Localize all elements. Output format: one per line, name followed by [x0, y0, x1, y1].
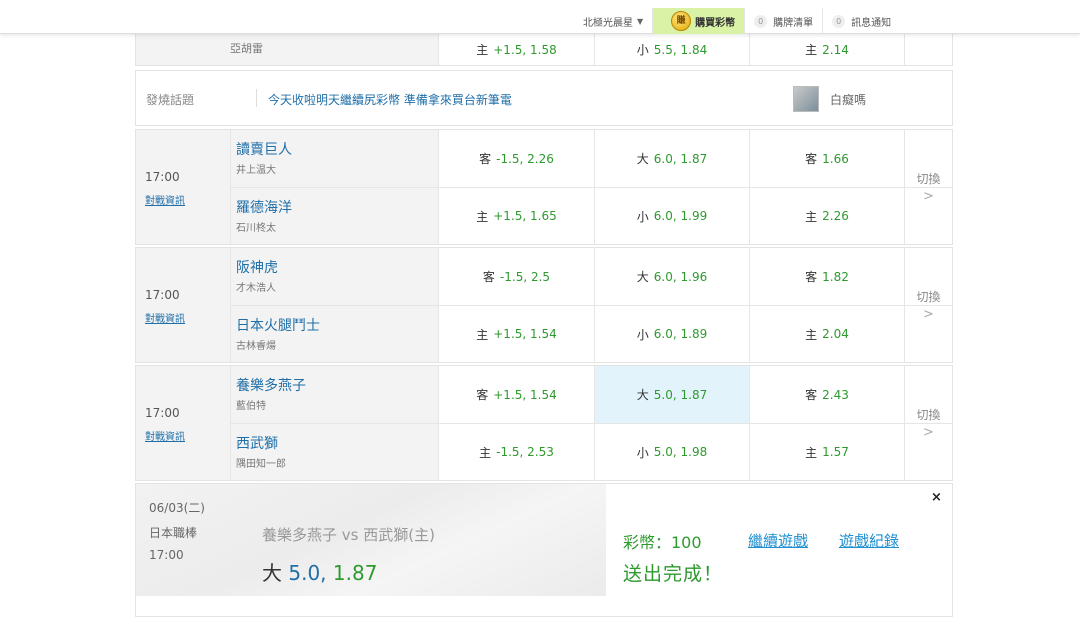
away-team-name[interactable]: 養樂多燕子 — [236, 375, 306, 395]
away-pitcher: 井上温大 — [236, 165, 276, 176]
partial-game-row: 亞胡雷 主 +1.5, 1.58 小 5.5, 1.84 主 2.14 — [135, 34, 953, 66]
chevron-right-icon: > — [923, 307, 934, 322]
chevron-right-icon: > — [923, 189, 934, 204]
away-pitcher: 才木浩人 — [236, 283, 276, 294]
partial-team-column: 亞胡雷 — [136, 34, 438, 65]
home-moneyline-cell[interactable]: 主 2.04 — [749, 306, 904, 362]
home-team-name[interactable]: 羅德海洋 — [236, 197, 292, 217]
home-moneyline-cell[interactable]: 主 2.26 — [749, 188, 904, 244]
bet-side: 大 — [262, 561, 282, 585]
away-moneyline-cell[interactable]: 客 1.66 — [749, 130, 904, 187]
notification-count-badge: 0 — [832, 14, 846, 28]
switch-button[interactable]: 切換 > — [904, 130, 952, 244]
hot-topic-row: 發燒話題 今天收啦明天繼續尻彩幣 準備拿來買台新筆電 白癡嗎 — [135, 70, 953, 126]
close-icon[interactable]: × — [931, 490, 942, 505]
matchup-info-link[interactable]: 對戰資訊 — [145, 192, 185, 207]
bet-odds: 1.87 — [332, 561, 378, 585]
away-spread-cell[interactable]: 客 +1.5, 1.54 — [438, 366, 594, 423]
pitcher-name: 亞胡雷 — [230, 42, 263, 55]
submit-status: 送出完成！ — [623, 563, 724, 585]
away-team-name[interactable]: 阪神虎 — [236, 257, 278, 277]
away-moneyline-cell[interactable]: 客 1.82 — [749, 248, 904, 305]
moneyline-odds-cell[interactable]: 主 2.14 — [749, 34, 904, 65]
home-pitcher: 隅田知一郎 — [236, 459, 286, 470]
switch-cell — [904, 34, 952, 65]
username: 北極光晨星 — [583, 17, 633, 29]
home-spread-cell[interactable]: 主 -1.5, 2.53 — [438, 424, 594, 480]
bet-confirmation-panel: 06/03(二) 日本職棒 17:00 養樂多燕子 vs 西武獅(主) 大 5.… — [135, 483, 953, 617]
notifications-label: 訊息通知 — [851, 17, 892, 29]
home-total-cell[interactable]: 小 5.0, 1.98 — [594, 424, 749, 480]
bet-line: 5.0, — [288, 561, 327, 585]
away-spread-cell[interactable]: 客 -1.5, 2.26 — [438, 130, 594, 187]
home-total-cell[interactable]: 小 6.0, 1.89 — [594, 306, 749, 362]
game-row: 17:00 對戰資訊 讀賣巨人 井上温大 羅德海洋 石川柊太 客 -1.5, 2.… — [135, 129, 953, 245]
home-spread-cell[interactable]: 主 +1.5, 1.65 — [438, 188, 594, 244]
divider — [256, 89, 257, 107]
top-navigation-bar: 北極光晨星 ▼ 賺 購買彩幣 0 購牌清單 0 訊息通知 — [0, 0, 1080, 34]
coins-spent: 彩幣：100 — [623, 533, 702, 552]
league-name: 日本職棒 — [149, 526, 198, 540]
game-history-link[interactable]: 遊戲紀錄 — [839, 530, 899, 551]
home-total-cell[interactable]: 小 6.0, 1.99 — [594, 188, 749, 244]
game-date: 06/03(二) — [149, 501, 205, 515]
home-pitcher: 古林睿煬 — [236, 341, 276, 352]
topic-author[interactable]: 白癡嗎 — [830, 91, 866, 108]
topbar-right-group: 北極光晨星 ▼ 賺 購買彩幣 0 購牌清單 0 訊息通知 — [583, 8, 900, 34]
chevron-right-icon: > — [923, 425, 934, 440]
coin-icon: 賺 — [671, 11, 692, 31]
avatar — [793, 86, 819, 112]
buy-coins-button[interactable]: 賺 購買彩幣 — [652, 8, 745, 34]
bet-selection: 大 5.0, 1.87 — [262, 557, 377, 586]
hot-topic-link[interactable]: 今天收啦明天繼續尻彩幣 準備拿來買台新筆電 — [268, 91, 512, 108]
spread-odds-cell[interactable]: 主 +1.5, 1.58 — [438, 34, 594, 65]
away-pitcher: 藍伯特 — [236, 401, 266, 412]
away-total-cell-selected[interactable]: 大 5.0, 1.87 — [594, 366, 749, 423]
buy-coins-label: 購買彩幣 — [695, 17, 736, 29]
matchup-info-link[interactable]: 對戰資訊 — [145, 310, 185, 325]
total-odds-cell[interactable]: 小 5.5, 1.84 — [594, 34, 749, 65]
away-moneyline-cell[interactable]: 客 2.43 — [749, 366, 904, 423]
hot-topic-label: 發燒話題 — [146, 93, 195, 107]
home-team-name[interactable]: 日本火腿鬥士 — [236, 315, 320, 335]
matchup-text: 養樂多燕子 vs 西武獅(主) — [262, 526, 435, 544]
continue-game-link[interactable]: 繼續遊戲 — [748, 530, 808, 551]
away-total-cell[interactable]: 大 6.0, 1.87 — [594, 130, 749, 187]
away-team-name[interactable]: 讀賣巨人 — [236, 139, 292, 159]
away-spread-cell[interactable]: 客 -1.5, 2.5 — [438, 248, 594, 305]
bet-result: 彩幣：100 送出完成！ 繼續遊戲 遊戲紀錄 × — [606, 484, 952, 596]
caret-down-icon: ▼ — [637, 16, 644, 26]
game-time: 17:00 — [149, 548, 184, 562]
game-time: 17:00 — [145, 288, 180, 302]
notifications-button[interactable]: 0 訊息通知 — [822, 8, 900, 34]
switch-button[interactable]: 切換 > — [904, 366, 952, 480]
home-spread-cell[interactable]: 主 +1.5, 1.54 — [438, 306, 594, 362]
user-menu[interactable]: 北極光晨星 ▼ — [583, 8, 652, 34]
game-row: 17:00 對戰資訊 阪神虎 才木浩人 日本火腿鬥士 古林睿煬 客 -1.5, 2… — [135, 247, 953, 363]
home-pitcher: 石川柊太 — [236, 223, 276, 234]
home-moneyline-cell[interactable]: 主 1.57 — [749, 424, 904, 480]
cart-label: 購牌清單 — [773, 17, 814, 29]
game-time: 17:00 — [145, 170, 180, 184]
away-total-cell[interactable]: 大 6.0, 1.96 — [594, 248, 749, 305]
cart-count-badge: 0 — [754, 14, 768, 28]
home-team-name[interactable]: 西武獅 — [236, 433, 278, 453]
game-time: 17:00 — [145, 406, 180, 420]
game-row: 17:00 對戰資訊 養樂多燕子 藍伯特 西武獅 隅田知一郎 客 +1.5, 1.… — [135, 365, 953, 481]
matchup-info-link[interactable]: 對戰資訊 — [145, 428, 185, 443]
cart-button[interactable]: 0 購牌清單 — [744, 8, 822, 34]
switch-button[interactable]: 切換 > — [904, 248, 952, 362]
